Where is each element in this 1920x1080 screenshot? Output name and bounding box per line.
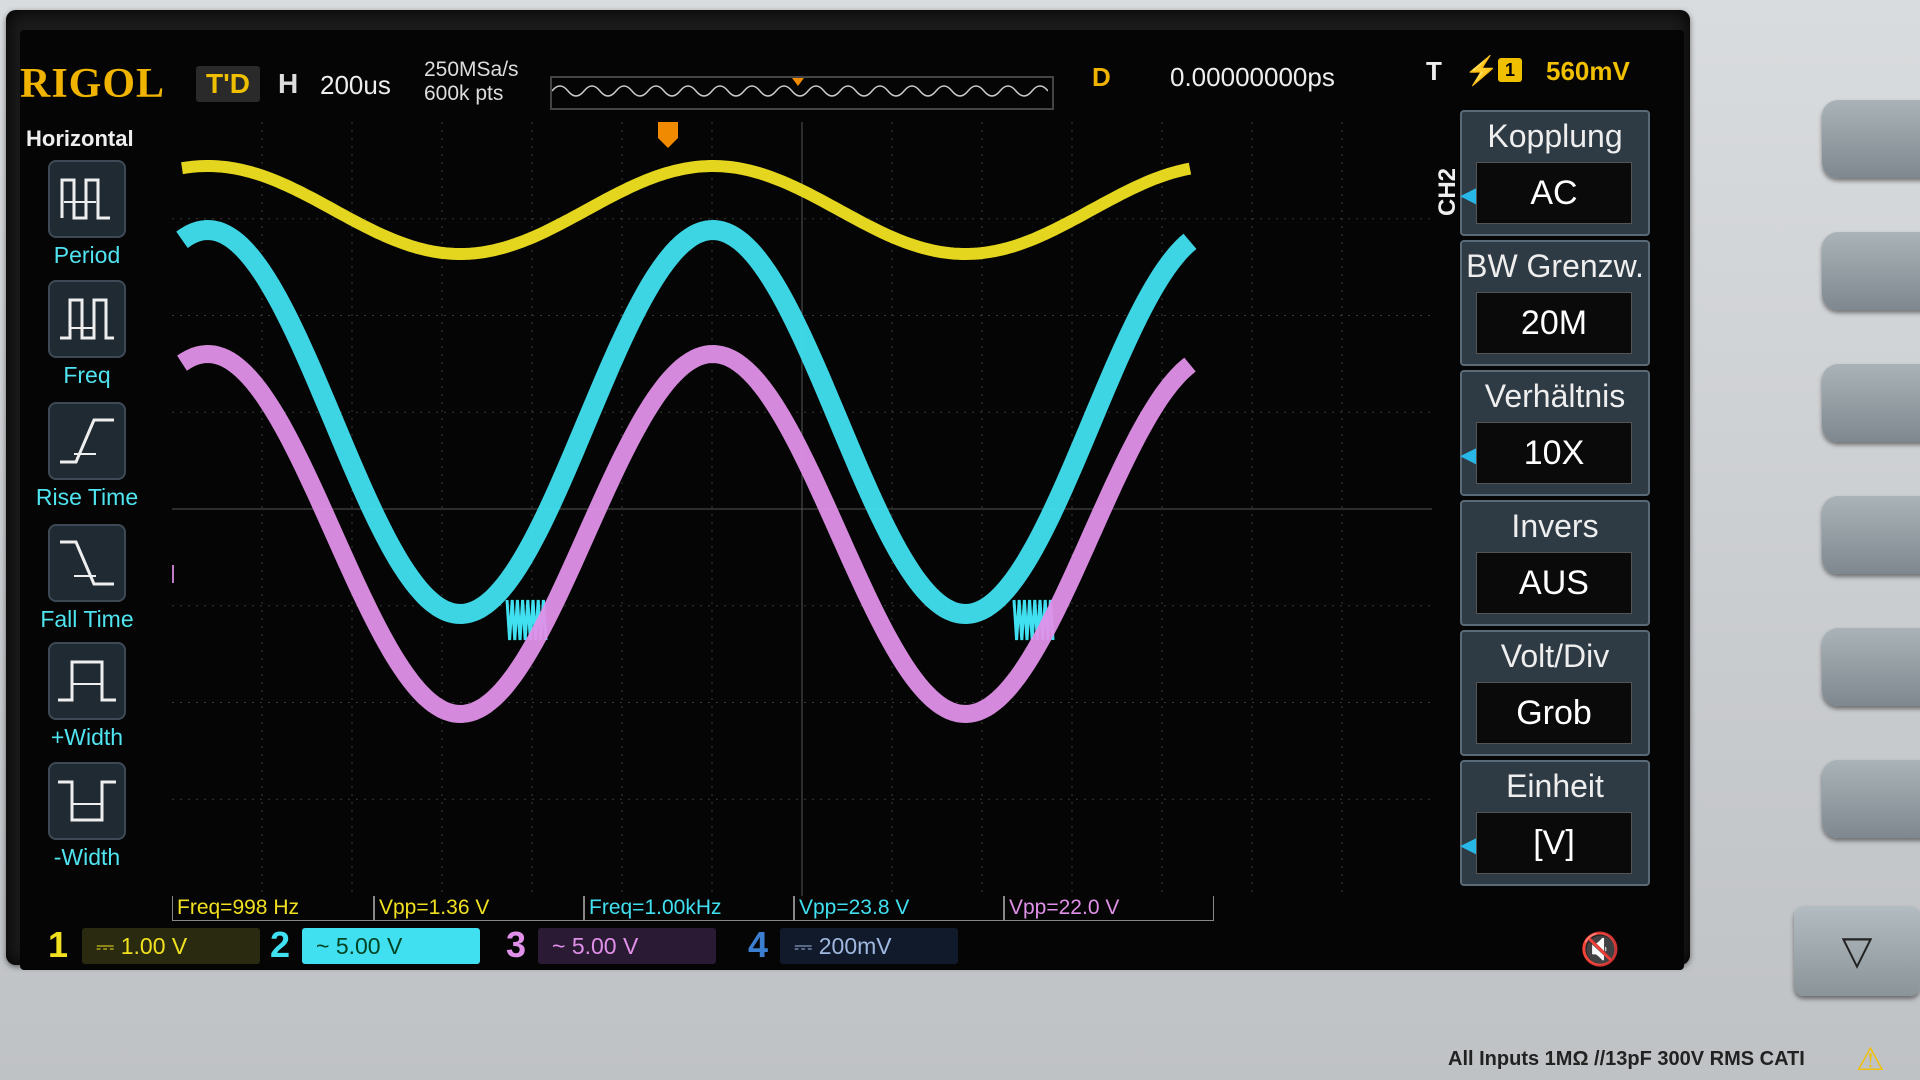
warning-triangle-icon: ⚠	[1856, 1041, 1885, 1077]
channel-offset-marker	[150, 565, 174, 583]
left-arrow-icon: ◀	[1460, 442, 1477, 467]
softkey-5[interactable]	[1822, 628, 1920, 706]
menu-invert[interactable]: Invers AUS	[1460, 500, 1650, 626]
measurement-results: Freq=998 Hz Vpp=1.36 V Freq=1.00kHz Vpp=…	[172, 896, 1462, 922]
measure-label: Period	[53, 242, 121, 268]
menu-value: 10X	[1476, 422, 1632, 484]
menu-title: Kopplung	[1487, 118, 1623, 154]
menu-title: Verhältnis	[1484, 378, 1626, 414]
speaker-mute-icon[interactable]: 🔇	[1580, 930, 1620, 968]
oscilloscope-screen: RIGOL T'D H 200us 250MSa/s 600k pts D 0.…	[20, 30, 1684, 970]
channel-3-scale-value: 5.00 V	[571, 933, 639, 959]
delay-label: D	[1092, 62, 1111, 92]
input-spec-label: All Inputs 1MΩ //13pF 300V RMS CATI	[1448, 1048, 1805, 1070]
channel-3-number[interactable]: 3	[506, 924, 526, 966]
trigger-label: T	[1426, 56, 1442, 86]
run-state-badge: T'D	[196, 66, 260, 102]
memory-depth: 600k pts	[424, 82, 504, 105]
measure-fall-time[interactable]: Fall Time	[28, 524, 146, 638]
channel-1-scale-value: 1.00 V	[120, 933, 188, 959]
softkey-2[interactable]	[1822, 232, 1920, 310]
measure-label: Rise Time	[35, 484, 139, 510]
left-arrow-icon: ◀	[1460, 832, 1477, 857]
menu-title: BW Grenzw.	[1466, 248, 1644, 284]
chevron-down-icon: ▽	[1841, 929, 1873, 973]
left-arrow-icon: ◀	[1460, 182, 1477, 207]
period-icon	[48, 160, 126, 238]
channel-4-scale[interactable]: ⎓ 200mV	[780, 928, 958, 964]
measure-rise-time[interactable]: Rise Time	[28, 402, 146, 516]
page-down-button[interactable]: ▽	[1794, 906, 1920, 996]
fall-time-icon	[48, 524, 126, 602]
channel-2-number[interactable]: 2	[270, 924, 290, 966]
trace-ch2	[176, 220, 1197, 624]
menu-unit[interactable]: Einheit ◀ [V]	[1460, 760, 1650, 886]
channel-1-number[interactable]: 1	[48, 924, 68, 966]
channel-menu: Kopplung ◀ AC BW Grenzw. 20M Verhältnis …	[1460, 110, 1660, 900]
dc-coupling-icon: ⎓	[96, 933, 121, 959]
positive-width-icon	[48, 642, 126, 720]
channel-1-scale[interactable]: ⎓ 1.00 V	[82, 928, 260, 964]
channel-status-bar: 1 ⎓ 1.00 V 2 ~ 5.00 V 3 ~ 5.00 V 4 ⎓ 200…	[20, 922, 1684, 970]
dc-coupling-icon: ⎓	[794, 933, 819, 959]
screen-frame: RIGOL T'D H 200us 250MSa/s 600k pts D 0.…	[6, 10, 1690, 970]
softkey-4[interactable]	[1822, 496, 1920, 574]
menu-title: Invers	[1511, 508, 1599, 544]
menu-value: AC	[1476, 162, 1632, 224]
result-ch2-freq: Freq=1.00kHz	[584, 896, 794, 921]
measure-negative-width[interactable]: -Width	[28, 762, 146, 876]
status-bar: RIGOL T'D H 200us 250MSa/s 600k pts D 0.…	[20, 30, 1684, 122]
channel-4-number[interactable]: 4	[748, 924, 768, 966]
channel-2-scale[interactable]: ~ 5.00 V	[302, 928, 480, 964]
softkey-1[interactable]	[1822, 100, 1920, 178]
waveform-display[interactable]	[142, 122, 1432, 896]
measure-label: Freq	[63, 362, 111, 388]
measure-period[interactable]: Period	[28, 160, 146, 274]
trigger-position-marker	[658, 122, 678, 148]
brand-logo: RIGOL	[20, 61, 166, 107]
trigger-source-badge: 1	[1498, 58, 1522, 82]
menu-value: 20M	[1476, 292, 1632, 354]
ac-coupling-icon: ~	[552, 933, 572, 959]
menu-value: AUS	[1476, 552, 1632, 614]
result-ch1-freq: Freq=998 Hz	[172, 896, 374, 921]
measure-label: +Width	[50, 724, 124, 750]
memory-overview-bar	[550, 76, 1054, 110]
measure-label: Fall Time	[40, 606, 134, 632]
menu-channel-tag: CH2	[1434, 167, 1461, 216]
negative-width-icon	[48, 762, 126, 840]
softkey-3[interactable]	[1822, 364, 1920, 442]
measurement-panel: Horizontal Period Freq Rise Time Fall Ti…	[20, 122, 150, 902]
rise-time-icon	[48, 402, 126, 480]
panel-title: Horizontal	[26, 126, 134, 151]
rising-edge-icon: ⚡	[1464, 55, 1499, 86]
menu-volt-div[interactable]: Volt/Div Grob	[1460, 630, 1650, 756]
channel-3-scale[interactable]: ~ 5.00 V	[538, 928, 716, 964]
menu-value: Grob	[1476, 682, 1632, 744]
measure-positive-width[interactable]: +Width	[28, 642, 146, 756]
menu-title: Volt/Div	[1500, 638, 1610, 674]
result-ch1-vpp: Vpp=1.36 V	[374, 896, 584, 921]
measure-label: -Width	[53, 844, 121, 870]
menu-title: Einheit	[1506, 768, 1604, 804]
menu-bandwidth-limit[interactable]: BW Grenzw. 20M	[1460, 240, 1650, 366]
softkey-6[interactable]	[1822, 760, 1920, 838]
horizontal-label: H	[278, 68, 299, 99]
result-ch3-vpp: Vpp=22.0 V	[1004, 896, 1214, 921]
delay-value: 0.00000000ps	[1170, 62, 1335, 92]
channel-2-scale-value: 5.00 V	[335, 933, 403, 959]
frequency-icon	[48, 280, 126, 358]
measure-frequency[interactable]: Freq	[28, 280, 146, 394]
timebase-value: 200us	[320, 70, 391, 100]
result-ch2-vpp: Vpp=23.8 V	[794, 896, 1004, 921]
menu-value: [V]	[1476, 812, 1632, 874]
channel-4-scale-value: 200mV	[818, 933, 892, 959]
sample-rate: 250MSa/s	[424, 58, 519, 81]
menu-probe-ratio[interactable]: Verhältnis ◀ 10X	[1460, 370, 1650, 496]
trigger-level: 560mV	[1546, 56, 1630, 86]
menu-coupling[interactable]: Kopplung ◀ AC	[1460, 110, 1650, 236]
ac-coupling-icon: ~	[316, 933, 336, 959]
